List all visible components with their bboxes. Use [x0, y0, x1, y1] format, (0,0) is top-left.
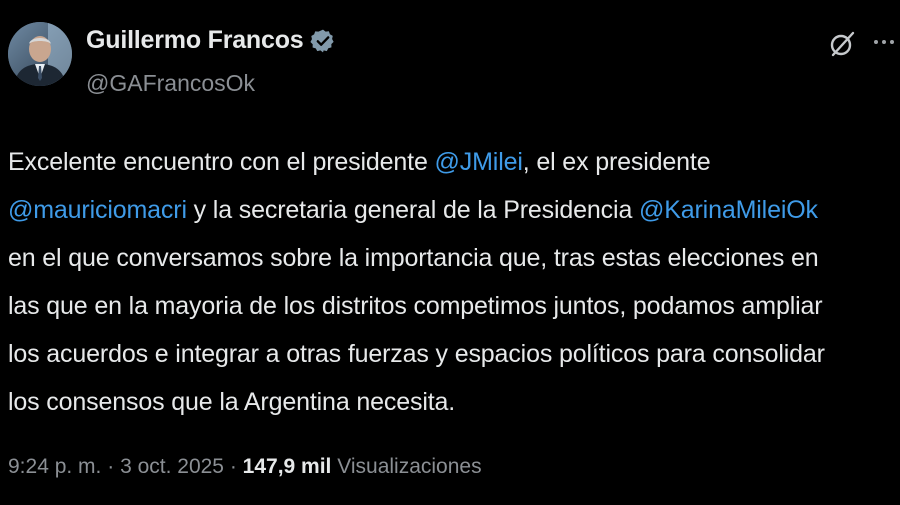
dot-3: [890, 40, 894, 44]
author-name-row: Guillermo Francos: [86, 26, 336, 55]
tweet-text-segment: y la secretaria general de la Presidenci…: [186, 196, 639, 224]
author-display-name[interactable]: Guillermo Francos: [86, 26, 304, 55]
tweet-text-segment: los consensos que la Argentina necesita.: [8, 388, 456, 416]
tweet-text: Excelente encuentro con el presidente @J…: [8, 138, 896, 426]
views-count: 147,9 mil: [242, 455, 332, 478]
meta-separator-2: ·: [223, 455, 243, 478]
tweet-text-line: en el que conversamos sobre la importanc…: [8, 234, 896, 282]
dot-1: [874, 40, 878, 44]
tweet-text-segment: en el que conversamos sobre la importanc…: [8, 244, 819, 272]
tweet-card: Guillermo Francos @GAFrancosOk Excelente…: [0, 0, 900, 505]
mention-link[interactable]: @KarinaMileiOk: [639, 196, 818, 224]
tweet-time[interactable]: 9:24 p. m.: [8, 455, 101, 478]
tweet-text-segment: las que en la mayoria de los distritos c…: [8, 292, 823, 320]
mention-link[interactable]: @JMilei: [435, 148, 523, 176]
grok-slash-icon[interactable]: [828, 30, 856, 58]
tweet-meta: 9:24 p. m. · 3 oct. 2025 · 147,9 mil Vis…: [8, 455, 482, 479]
tweet-text-segment: , el ex presidente: [522, 148, 711, 176]
tweet-text-line: los consensos que la Argentina necesita.: [8, 378, 896, 426]
meta-separator-1: ·: [101, 455, 121, 478]
avatar-photo: [8, 22, 72, 86]
tweet-text-line: @mauriciomacri y la secretaria general d…: [8, 186, 896, 234]
tweet-text-segment: Excelente encuentro con el presidente: [8, 148, 435, 176]
tweet-text-line: los acuerdos e integrar a otras fuerzas …: [8, 330, 896, 378]
tweet-text-line: Excelente encuentro con el presidente @J…: [8, 138, 896, 186]
more-dots-icon[interactable]: [872, 30, 896, 54]
tweet-text-segment: los acuerdos e integrar a otras fuerzas …: [8, 340, 825, 368]
views-label: Visualizaciones: [337, 455, 482, 478]
verified-badge-icon[interactable]: [309, 28, 336, 54]
tweet-text-line: las que en la mayoria de los distritos c…: [8, 282, 896, 330]
mention-link[interactable]: @mauriciomacri: [8, 196, 187, 224]
dot-2: [882, 40, 886, 44]
tweet-date[interactable]: 3 oct. 2025: [120, 455, 224, 478]
author-handle[interactable]: @GAFrancosOk: [86, 70, 255, 97]
author-avatar[interactable]: [8, 22, 72, 86]
